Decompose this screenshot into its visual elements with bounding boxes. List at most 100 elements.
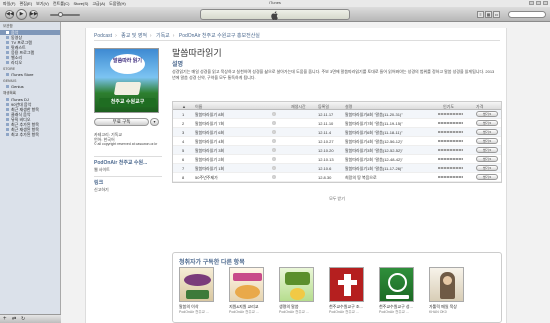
info-icon[interactable]: i xyxy=(272,139,276,143)
artwork-title: 말씀따라 읽기 xyxy=(110,54,145,74)
coverflow-view-button[interactable]: ▭ xyxy=(493,11,500,18)
playlist-icon xyxy=(6,113,9,117)
row-number: 3 xyxy=(182,130,185,135)
get-episode-button[interactable]: 받기 ▾ xyxy=(476,138,498,144)
info-icon[interactable]: i xyxy=(272,175,276,179)
divider xyxy=(94,156,162,157)
website-link[interactable]: 웹 사이트 xyxy=(94,167,110,173)
play-button[interactable]: ▶ xyxy=(16,9,27,20)
sidebar-header-genius: GENIUS xyxy=(3,79,17,83)
row-number: 7 xyxy=(182,166,185,171)
list-view-button[interactable]: ≡ xyxy=(477,11,484,18)
playlist-icon xyxy=(6,103,9,107)
also-provider: PodOnAir 천주교 ... xyxy=(329,310,359,314)
breadcrumb-podcast[interactable]: Podcast xyxy=(94,33,112,39)
report-link[interactable]: 신고하기 xyxy=(94,187,109,193)
table-row[interactable]: 5 말씀따라읽기 3회 i 12.10.20 말씀따라읽기3회 "말씀(12-5… xyxy=(173,146,501,155)
info-icon[interactable]: i xyxy=(272,112,276,116)
table-header: ▲ 이름 재생시간 등록일 설명 인기도 가격 xyxy=(173,102,501,110)
apple-logo-icon xyxy=(271,11,278,20)
also-item[interactable]: 천주교수원교구 조... PodOnAir 천주교 ... xyxy=(329,267,371,315)
playlist-icon xyxy=(6,98,9,102)
previous-button[interactable]: ◀◀ xyxy=(5,10,14,19)
playlist-icon xyxy=(6,128,9,132)
also-provider: PodOnAir 천주교 ... xyxy=(179,310,209,314)
get-episode-button[interactable]: 받기 ▾ xyxy=(476,111,498,117)
get-episode-button[interactable]: 받기 ▾ xyxy=(476,156,498,162)
also-item[interactable]: 말씀의 이삭 PodOnAir 천주교 ... xyxy=(179,267,221,315)
row-name: 말씀따라읽기 6회 xyxy=(195,130,225,135)
table-row[interactable]: 8 50주년주제가 i 12.8.30 희망의 땅 복음으로 받기 ▾ xyxy=(173,173,501,182)
maximize-button[interactable] xyxy=(536,1,541,5)
add-playlist-button[interactable]: + xyxy=(3,316,7,322)
toolbar: ◀◀ ▶ ▶▶ ≡ ▦ ▭ xyxy=(0,7,550,22)
get-episode-button[interactable]: 받기 ▾ xyxy=(476,120,498,126)
table-row[interactable]: 7 말씀따라읽기 1회 i 12.10.6 말씀따라읽기1회 "말씀(11-17… xyxy=(173,164,501,173)
also-provider: PodOnAir 천주교 ... xyxy=(279,310,309,314)
table-row[interactable]: 6 말씀따라읽기 2회 i 12.10.13 말씀따라읽기2회 "말씀(12-4… xyxy=(173,155,501,164)
row-name: 말씀따라읽기 1회 xyxy=(195,166,225,171)
artwork-org: 천주교 수원교구 xyxy=(99,98,156,107)
repeat-button[interactable]: ↻ xyxy=(21,316,25,322)
get-all-link[interactable]: 모두 받기 xyxy=(172,196,502,202)
close-button[interactable] xyxy=(543,1,548,5)
next-button[interactable]: ▶▶ xyxy=(29,10,38,19)
sidebar-header-library: 보관함 xyxy=(3,24,13,28)
tv-icon xyxy=(6,41,9,45)
also-artwork xyxy=(179,267,214,302)
shuffle-button[interactable]: ⇄ xyxy=(12,316,16,322)
subscribe-button[interactable]: 무료 구독 xyxy=(94,118,149,126)
popularity-bar xyxy=(438,149,463,151)
book-icon xyxy=(113,82,142,95)
breadcrumb-provider[interactable]: PodOnAir 천주교 수원교구 홍보전산실 xyxy=(179,33,260,39)
podcast-title: 말씀따라읽기 xyxy=(172,48,222,58)
also-item[interactable]: 천주교수원교구 성... PodOnAir 천주교 ... xyxy=(379,267,421,315)
window-title: iTunes xyxy=(269,0,281,5)
col-number[interactable]: ▲ xyxy=(182,104,186,109)
breadcrumb-christianity[interactable]: 기독교 xyxy=(156,33,170,39)
volume-knob[interactable] xyxy=(58,12,63,17)
also-item[interactable]: 생명의 말씀 PodOnAir 천주교 ... xyxy=(279,267,321,315)
also-item[interactable]: 가톨릭 매일 묵상 KHAN OK0 xyxy=(429,267,471,314)
table-row[interactable]: 4 말씀따라읽기 4회 i 12.10.27 말씀따라읽기4회 "말씀(12-5… xyxy=(173,137,501,146)
get-episode-button[interactable]: 받기 ▾ xyxy=(476,165,498,171)
also-artwork xyxy=(329,267,364,302)
table-row[interactable]: 3 말씀따라읽기 6회 i 12.11.4 말씀따라읽기6회 "말씀(11-18… xyxy=(173,128,501,137)
episode-table: ▲ 이름 재생시간 등록일 설명 인기도 가격 1 말씀따라읽기 8회 i 12… xyxy=(172,101,502,183)
also-item[interactable]: 지원&지원 교리교 PodOnAir 천주교 ... xyxy=(229,267,271,315)
table-row[interactable]: 2 말씀따라읽기 7회 i 12.11.10 말씀따라읽기7회 "말씀(11-1… xyxy=(173,119,501,128)
info-icon[interactable]: i xyxy=(272,130,276,134)
grid-view-button[interactable]: ▦ xyxy=(485,11,492,18)
table-row[interactable]: 1 말씀따라읽기 8회 i 12.11.17 말씀따라읽기8회 "말씀(11-2… xyxy=(173,110,501,119)
info-icon[interactable]: i xyxy=(272,148,276,152)
description-text: 성경읽기는 매일 성경을 읽고 묵상하고 실천하며 성경을 삶으로 살아가는데 … xyxy=(172,69,495,80)
get-episode-button[interactable]: 받기 ▾ xyxy=(476,174,498,180)
also-provider: PodOnAir 천주교 ... xyxy=(229,310,259,314)
popularity-bar xyxy=(438,140,463,142)
row-name: 말씀따라읽기 2회 xyxy=(195,157,225,162)
row-name: 말씀따라읽기 7회 xyxy=(195,121,225,126)
sidebar-item-playlist[interactable]: 최고 추가된 항목 xyxy=(0,132,60,137)
popularity-bar xyxy=(438,176,463,178)
playlist-icon xyxy=(6,118,9,122)
minimize-button[interactable] xyxy=(529,1,534,5)
row-description: 말씀따라읽기2회 "말씀(12-48-42)" xyxy=(345,157,403,162)
row-date: 12.11.10 xyxy=(318,121,334,126)
row-number: 2 xyxy=(182,121,185,126)
sidebar-bottom-bar: + ⇄ ↻ xyxy=(0,314,61,323)
get-episode-button[interactable]: 받기 ▾ xyxy=(476,129,498,135)
subscribe-menu-button[interactable]: ▾ xyxy=(150,118,159,126)
links-title: 링크 xyxy=(94,180,104,186)
info-icon[interactable]: i xyxy=(272,157,276,161)
podcast-info: 카테고리: 기독교 언어: 한국어 © all copyright reserv… xyxy=(94,132,157,147)
radio-icon xyxy=(6,61,9,65)
get-episode-button[interactable]: 받기 ▾ xyxy=(476,147,498,153)
music-icon xyxy=(6,31,9,35)
row-date: 12.11.4 xyxy=(318,130,332,135)
breadcrumb-religion[interactable]: 종교 및 영적 xyxy=(121,33,147,39)
search-input[interactable] xyxy=(508,11,546,18)
info-icon[interactable]: i xyxy=(272,121,276,125)
info-icon[interactable]: i xyxy=(272,166,276,170)
volume-slider[interactable] xyxy=(50,14,80,16)
row-name: 말씀따라읽기 4회 xyxy=(195,139,225,144)
